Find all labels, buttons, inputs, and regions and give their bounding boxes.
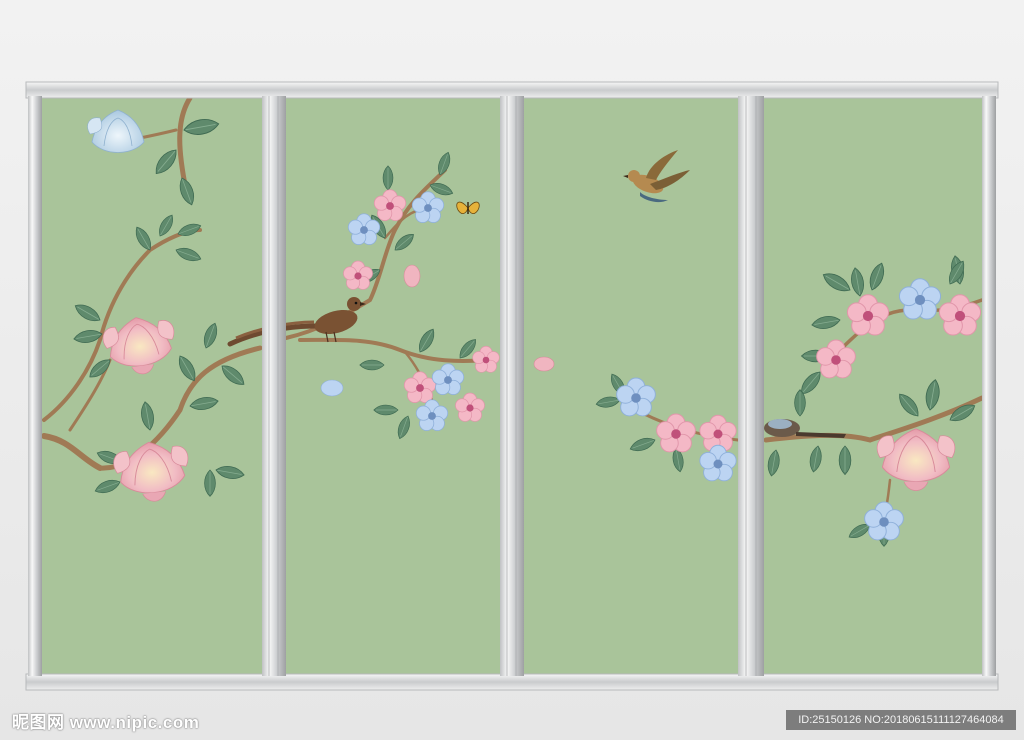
post-1 bbox=[262, 96, 286, 676]
wall-panel-mural bbox=[25, 81, 999, 691]
post-2 bbox=[500, 96, 524, 676]
watermark-site: 昵图网 www.nipic.com bbox=[12, 713, 200, 732]
post-right bbox=[982, 96, 996, 676]
butterfly bbox=[456, 201, 480, 214]
top-rail bbox=[25, 81, 999, 99]
bottom-rail bbox=[25, 673, 999, 691]
post-3 bbox=[738, 96, 764, 676]
image-id-label: ID:25150126 NO:20180615111127464084 bbox=[786, 710, 1016, 730]
post-left bbox=[28, 96, 42, 676]
